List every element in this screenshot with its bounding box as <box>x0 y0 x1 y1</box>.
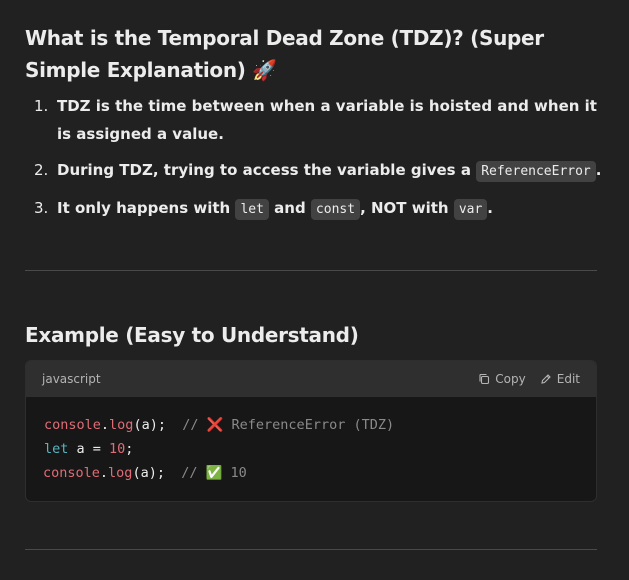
example-heading: Example (Easy to Understand) <box>25 323 359 347</box>
inline-code-referenceerror: ReferenceError <box>476 161 596 182</box>
divider <box>25 549 597 550</box>
list-item-text: TDZ is the time between when a variable … <box>57 97 597 143</box>
list-item-text: During TDZ, trying to access the variabl… <box>57 161 477 179</box>
tdz-points-list: 1. TDZ is the time between when a variab… <box>25 92 605 232</box>
pencil-icon <box>541 374 551 384</box>
list-item: 3. It only happens with let and const, N… <box>25 194 605 224</box>
list-item: 2. During TDZ, trying to access the vari… <box>25 156 605 186</box>
list-number: 2. <box>34 161 49 179</box>
page: What is the Temporal Dead Zone (TDZ)? (S… <box>0 0 629 580</box>
copy-icon <box>479 373 490 385</box>
inline-code-var: var <box>453 199 488 220</box>
code-line-1: console.log(a); // ❌ ReferenceError (TDZ… <box>44 417 395 433</box>
list-number: 3. <box>34 199 49 217</box>
list-item: 1. TDZ is the time between when a variab… <box>25 92 605 148</box>
code-block-header: javascript Copy Edit <box>26 361 596 397</box>
edit-button[interactable]: Edit <box>540 372 580 386</box>
list-item-text: It only happens with <box>57 199 236 217</box>
copy-button[interactable]: Copy <box>478 372 526 386</box>
code-line-2: let a = 10; <box>44 441 134 457</box>
code-language-label: javascript <box>42 372 101 386</box>
inline-code-let: let <box>235 199 269 220</box>
code-actions: Copy Edit <box>478 372 580 386</box>
rocket-icon: 🚀 <box>252 58 277 82</box>
code-block: javascript Copy Edit console.log(a); // … <box>25 360 597 502</box>
divider <box>25 270 597 271</box>
section-title: What is the Temporal Dead Zone (TDZ)? (S… <box>25 26 544 82</box>
code-line-3: console.log(a); // ✅ 10 <box>43 465 247 481</box>
inline-code-const: const <box>310 199 361 220</box>
code-body[interactable]: console.log(a); // ❌ ReferenceError (TDZ… <box>26 397 596 485</box>
list-number: 1. <box>34 97 49 115</box>
